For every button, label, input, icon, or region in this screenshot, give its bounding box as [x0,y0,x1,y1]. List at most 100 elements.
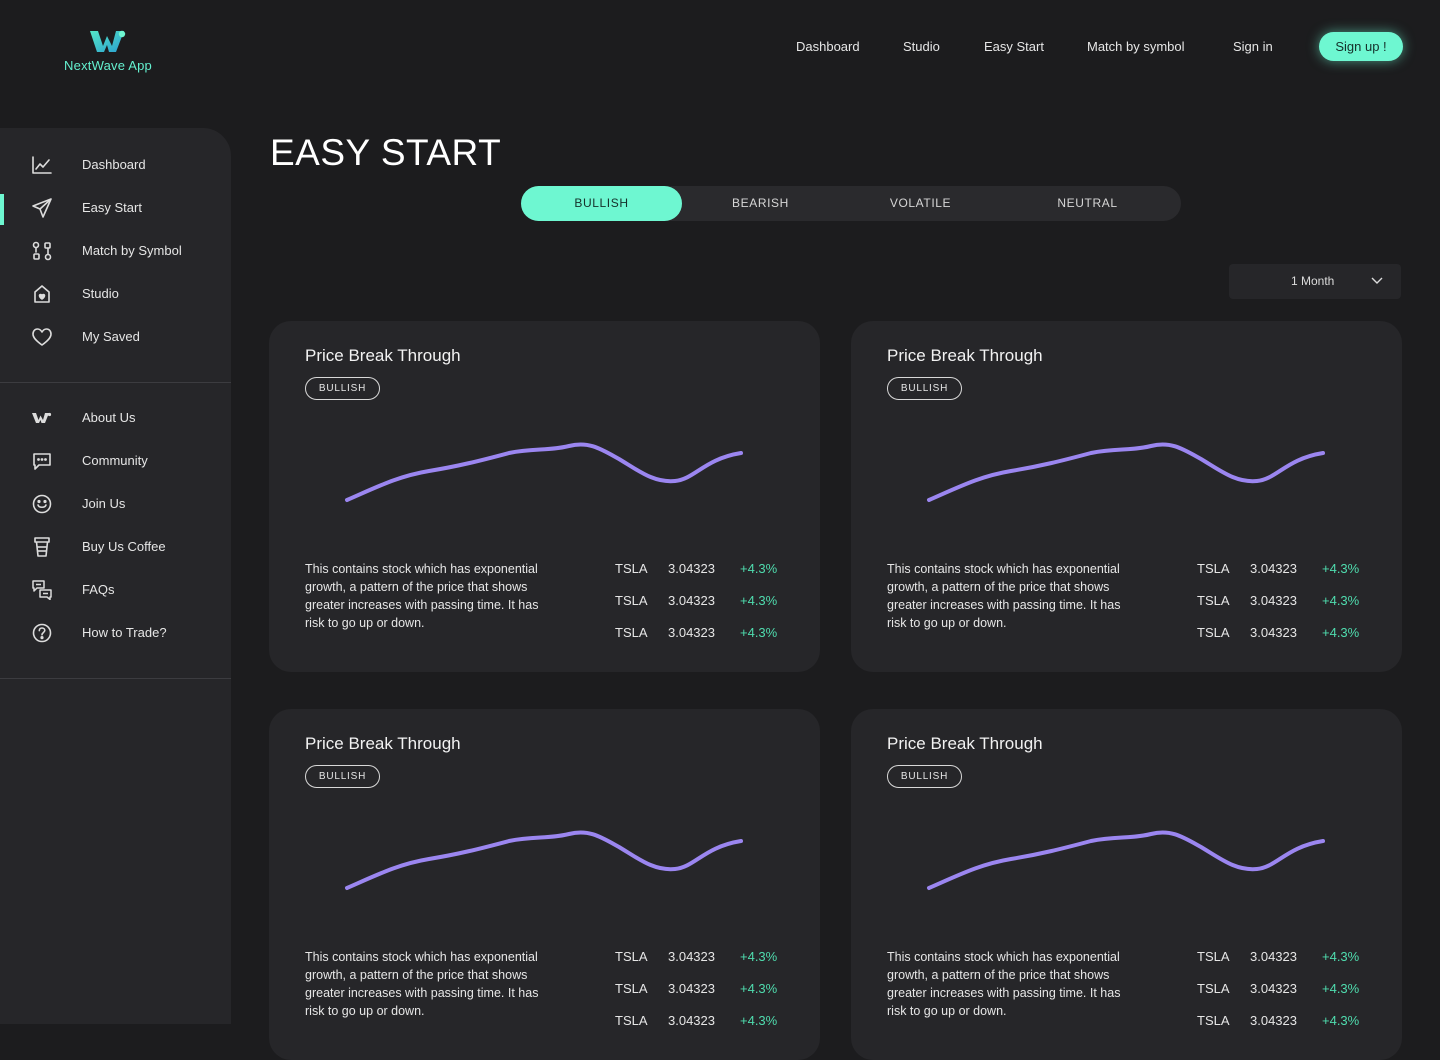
sidebar-item-label: My Saved [82,329,140,344]
sidebar-item-label: Studio [82,286,119,301]
sidebar-item-dashboard[interactable]: Dashboard [0,143,231,186]
stock-change: +4.3% [740,981,778,996]
sidebar-item-join-us[interactable]: Join Us [0,482,231,525]
brand-logo-icon [31,407,53,429]
card-badge: BULLISH [887,377,962,400]
stock-price: 3.04323 [1250,593,1297,608]
stock-symbol: TSLA [615,949,648,964]
stock-price: 3.04323 [668,561,715,576]
brand-logo[interactable]: NextWave App [60,28,156,73]
sparkline-chart [345,830,743,890]
stock-price: 3.04323 [1250,949,1297,964]
sidebar-item-about-us[interactable]: About Us [0,396,231,439]
sparkline-chart [927,442,1325,502]
stock-change: +4.3% [1322,1013,1360,1028]
card-description: This contains stock which has exponentia… [305,562,539,630]
card-badge: BULLISH [305,377,380,400]
sidebar-divider [0,382,231,383]
page-title: EASY START [270,132,502,173]
stock-price: 3.04323 [668,593,715,608]
stock-change: +4.3% [1322,625,1360,640]
stock-symbol: TSLA [1197,593,1230,608]
stock-symbol: TSLA [1197,561,1230,576]
pattern-card[interactable]: Price Break Through BULLISH This contain… [269,321,820,672]
stock-price: 3.04323 [668,981,715,996]
tab-bearish[interactable]: BEARISH [680,186,841,221]
sidebar-item-label: Easy Start [82,200,142,215]
stock-price: 3.04323 [668,625,715,640]
tab-neutral[interactable]: NEUTRAL [1007,186,1168,221]
sign-up-button[interactable]: Sign up ! [1319,32,1403,61]
stock-change: +4.3% [740,593,778,608]
stock-price: 3.04323 [1250,981,1297,996]
stock-price: 3.04323 [668,1013,715,1028]
card-title: Price Break Through [887,734,1043,753]
pattern-card[interactable]: Price Break Through BULLISH This contain… [269,709,820,1060]
question-circle-icon [31,622,53,644]
sidebar-item-my-saved[interactable]: My Saved [0,315,231,358]
sentiment-tabs: BULLISH BEARISH VOLATILE NEUTRAL [521,186,1181,221]
stock-symbol: TSLA [1197,981,1230,996]
sidebar-item-how-to-trade[interactable]: How to Trade? [0,611,231,654]
paper-plane-icon [31,197,53,219]
period-select[interactable]: 1 Month [1229,264,1401,299]
sidebar-divider [0,678,231,679]
sidebar-item-faqs[interactable]: FAQs [0,568,231,611]
sidebar-item-match-by-symbol[interactable]: Match by Symbol [0,229,231,272]
tab-bullish[interactable]: BULLISH [521,186,682,221]
sidebar-item-community[interactable]: Community [0,439,231,482]
stock-price: 3.04323 [1250,561,1297,576]
nav-studio[interactable]: Studio [903,38,940,55]
top-bar: NextWave App Dashboard Studio Easy Start… [0,0,1440,100]
nav-easy-start[interactable]: Easy Start [984,38,1044,55]
sidebar-item-label: Buy Us Coffee [82,539,166,554]
sidebar-item-easy-start[interactable]: Easy Start [0,186,231,229]
tab-volatile[interactable]: VOLATILE [840,186,1001,221]
pattern-card[interactable]: Price Break Through BULLISH This contain… [851,709,1402,1060]
stock-symbol: TSLA [1197,1013,1230,1028]
stock-price: 3.04323 [1250,1013,1297,1028]
sparkline-chart [927,830,1325,890]
stock-symbol: TSLA [615,561,648,576]
brand-name: NextWave App [64,58,152,73]
card-description: This contains stock which has exponentia… [305,950,539,1018]
nav-sign-in[interactable]: Sign in [1233,38,1273,55]
stock-price: 3.04323 [668,949,715,964]
brand-mark-icon [90,30,126,52]
faq-chat-icon [31,579,53,601]
card-title: Price Break Through [887,346,1043,365]
card-badge: BULLISH [887,765,962,788]
heart-icon [31,326,53,348]
period-value: 1 Month [1291,274,1335,288]
stock-symbol: TSLA [615,625,648,640]
sidebar-item-label: FAQs [82,582,115,597]
sidebar-item-label: Community [82,453,148,468]
stock-change: +4.3% [1322,981,1360,996]
stock-symbol: TSLA [1197,625,1230,640]
line-chart-icon [31,154,53,176]
sidebar-item-label: Dashboard [82,157,146,172]
nav-dashboard[interactable]: Dashboard [796,38,860,55]
stock-change: +4.3% [740,625,778,640]
stock-symbol: TSLA [615,1013,648,1028]
stock-price: 3.04323 [1250,625,1297,640]
nav-match-by-symbol[interactable]: Match by symbol [1087,38,1185,55]
sidebar-item-studio[interactable]: Studio [0,272,231,315]
stock-change: +4.3% [1322,593,1360,608]
card-title: Price Break Through [305,734,461,753]
house-heart-icon [31,283,53,305]
match-nodes-icon [31,240,53,262]
stock-change: +4.3% [740,561,778,576]
stock-change: +4.3% [1322,949,1360,964]
sidebar: Dashboard Easy Start Match by Symbol Stu… [0,128,231,1024]
coffee-cup-icon [31,536,53,558]
sidebar-item-buy-us-coffee[interactable]: Buy Us Coffee [0,525,231,568]
pattern-card[interactable]: Price Break Through BULLISH This contain… [851,321,1402,672]
sparkline-chart [345,442,743,502]
sidebar-item-label: About Us [82,410,136,425]
stock-change: +4.3% [740,1013,778,1028]
card-badge: BULLISH [305,765,380,788]
card-description: This contains stock which has exponentia… [887,950,1121,1018]
card-description: This contains stock which has exponentia… [887,562,1121,630]
chat-bubble-icon [31,450,53,472]
